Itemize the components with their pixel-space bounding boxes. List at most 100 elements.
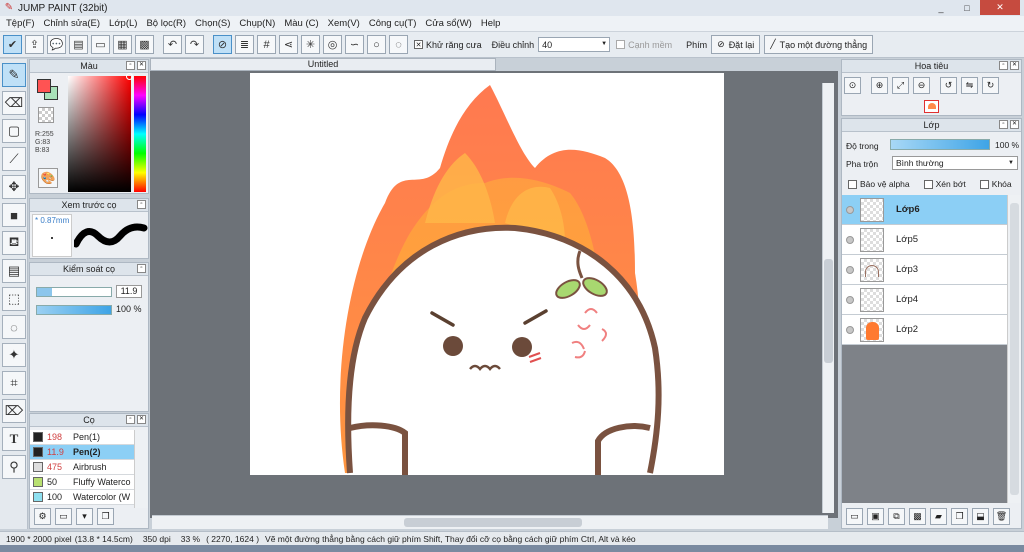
brush-copy-icon[interactable]: ❐ (97, 508, 114, 525)
perspective-ruler-icon[interactable]: ⋖ (279, 35, 298, 54)
list-item[interactable]: 100 Watercolor (W (30, 490, 134, 505)
zoom-reset-icon[interactable]: ⊙ (844, 77, 861, 94)
flip-icon[interactable]: ⇋ (961, 77, 978, 94)
adjust-select[interactable]: 40 ▼ (538, 37, 611, 52)
minimize-button[interactable]: _ (928, 0, 954, 15)
fill-rect-tool-icon[interactable]: ■ (2, 203, 26, 227)
canvas-area[interactable] (150, 71, 838, 518)
layer-list-scrollbar[interactable] (1007, 195, 1021, 503)
delete-layer-icon[interactable]: 🗑 (993, 508, 1010, 525)
document-icon[interactable]: ▦ (113, 35, 132, 54)
menu-tools[interactable]: Công cụ(T) (369, 18, 417, 29)
brush-size-value[interactable]: 11.9 (116, 285, 142, 298)
undo-icon[interactable]: ↶ (163, 35, 182, 54)
brush-settings-icon[interactable]: ⚙ (34, 508, 51, 525)
visibility-icon[interactable] (846, 235, 854, 244)
layer-row[interactable]: Lớp4 (842, 285, 1007, 315)
vertical-scroll-thumb[interactable] (824, 259, 833, 363)
new-text-layer-icon[interactable]: ⧉ (888, 508, 905, 525)
zoom-out-icon[interactable]: ⊖ (913, 77, 930, 94)
new-layer-icon[interactable]: ▭ (846, 508, 863, 525)
new-brush-icon[interactable]: ▭ (55, 508, 72, 525)
menu-filter[interactable]: Bộ lọc(R) (146, 18, 186, 29)
rotate-right-icon[interactable]: ↻ (982, 77, 999, 94)
list-item[interactable]: 50 Fluffy Waterco (30, 475, 134, 490)
protect-alpha-checkbox[interactable] (848, 179, 857, 189)
move-tool-icon[interactable]: ✥ (2, 175, 26, 199)
redo-icon[interactable]: ↷ (185, 35, 204, 54)
parallel-ruler-icon[interactable]: ≣ (235, 35, 254, 54)
smooth-checkbox[interactable] (616, 40, 626, 49)
eyedropper-tool-icon[interactable]: ⚲ (2, 455, 26, 479)
fit-icon[interactable]: ⤢ (892, 77, 909, 94)
navigator-thumbnail[interactable] (924, 100, 939, 113)
menu-capture[interactable]: Chụp(N) (239, 18, 275, 29)
clip-checkbox[interactable] (923, 179, 933, 189)
brush-opacity-slider[interactable] (36, 305, 112, 315)
new-folder-icon[interactable]: ▰ (930, 508, 947, 525)
eraser-tool-icon[interactable]: ⌫ (2, 91, 26, 115)
grid-panel-icon[interactable]: ▩ (135, 35, 154, 54)
layer-scroll-thumb[interactable] (1010, 203, 1019, 495)
canvas-horizontal-scrollbar[interactable] (152, 515, 828, 529)
straight-line-button[interactable]: ╱ Tạo một đường thẳng (764, 35, 874, 54)
hue-slider[interactable] (134, 76, 146, 192)
line-tool-icon[interactable]: ⟋ (2, 147, 26, 171)
drawing-canvas[interactable] (250, 73, 724, 475)
rectangle-tool-icon[interactable]: ▢ (2, 119, 26, 143)
ellipse-ruler-icon[interactable]: ○ (367, 35, 386, 54)
curve-ruler-icon[interactable]: ∽ (345, 35, 364, 54)
restore-icon[interactable]: ▫ (999, 61, 1008, 70)
visibility-icon[interactable] (846, 205, 854, 214)
horizontal-scroll-thumb[interactable] (404, 518, 582, 527)
palette-icon[interactable]: 🎨 (38, 168, 58, 188)
list-item[interactable]: 475 Airbrush (30, 460, 134, 475)
rect-select-tool-icon[interactable]: ⬚ (2, 287, 26, 311)
layer-row[interactable]: Lớp2 (842, 315, 1007, 345)
antialias-checkbox[interactable]: ✕ (414, 40, 423, 49)
speech-bubble-icon[interactable]: 💬 (47, 35, 66, 54)
transparent-swatch[interactable] (38, 107, 54, 123)
select-pen-tool-icon[interactable]: ⌗ (2, 371, 26, 395)
menu-help[interactable]: Help (481, 18, 501, 29)
menu-color[interactable]: Màu (C) (284, 18, 318, 29)
restore-icon[interactable]: ▫ (126, 61, 135, 70)
canvas-vertical-scrollbar[interactable] (822, 83, 834, 513)
document-tab[interactable]: Untitled (150, 58, 496, 71)
restore-icon[interactable]: ▫ (137, 200, 146, 209)
menu-window[interactable]: Cửa sổ(W) (425, 18, 471, 29)
concentric-ruler-icon[interactable]: ◎ (323, 35, 342, 54)
menu-select[interactable]: Chọn(S) (195, 18, 230, 29)
check-icon[interactable]: ✔ (3, 35, 22, 54)
close-icon[interactable]: ✕ (1010, 61, 1019, 70)
restore-icon[interactable]: ▫ (137, 264, 146, 273)
close-icon[interactable]: ✕ (137, 61, 146, 70)
menu-view[interactable]: Xem(V) (328, 18, 360, 29)
new-screentone-layer-icon[interactable]: ▩ (909, 508, 926, 525)
gradient-tool-icon[interactable]: ▤ (2, 259, 26, 283)
layer-row[interactable]: Lớp3 (842, 255, 1007, 285)
grid-ruler-icon[interactable]: # (257, 35, 276, 54)
zoom-in-icon[interactable]: ⊕ (871, 77, 888, 94)
menu-layer[interactable]: Lớp(L) (109, 18, 137, 29)
visibility-icon[interactable] (846, 265, 854, 274)
no-ruler-icon[interactable]: ⊘ (213, 35, 232, 54)
maximize-button[interactable]: □ (954, 0, 980, 15)
restore-icon[interactable]: ▫ (999, 120, 1008, 129)
circle-ruler-icon[interactable]: ◌ (389, 35, 408, 54)
page-icon[interactable]: ▭ (91, 35, 110, 54)
rotate-left-icon[interactable]: ↺ (940, 77, 957, 94)
lock-checkbox[interactable] (979, 179, 989, 189)
export-icon[interactable]: ⇪ (25, 35, 44, 54)
layer-opacity-slider[interactable] (890, 139, 990, 150)
magic-wand-tool-icon[interactable]: ✦ (2, 343, 26, 367)
text-tool-icon[interactable]: T (2, 427, 26, 451)
lasso-tool-icon[interactable]: ◌ (2, 315, 26, 339)
saturation-value-picker[interactable] (68, 76, 131, 192)
restore-icon[interactable]: ▫ (126, 415, 135, 424)
blend-mode-select[interactable]: Bình thường ▼ (892, 156, 1018, 170)
list-item[interactable]: 11.9 Pen(2) (30, 445, 134, 460)
reset-button[interactable]: ⊘ Đặt lại (711, 35, 761, 54)
comment-icon[interactable]: ▤ (69, 35, 88, 54)
new-raster-layer-icon[interactable]: ▣ (867, 508, 884, 525)
